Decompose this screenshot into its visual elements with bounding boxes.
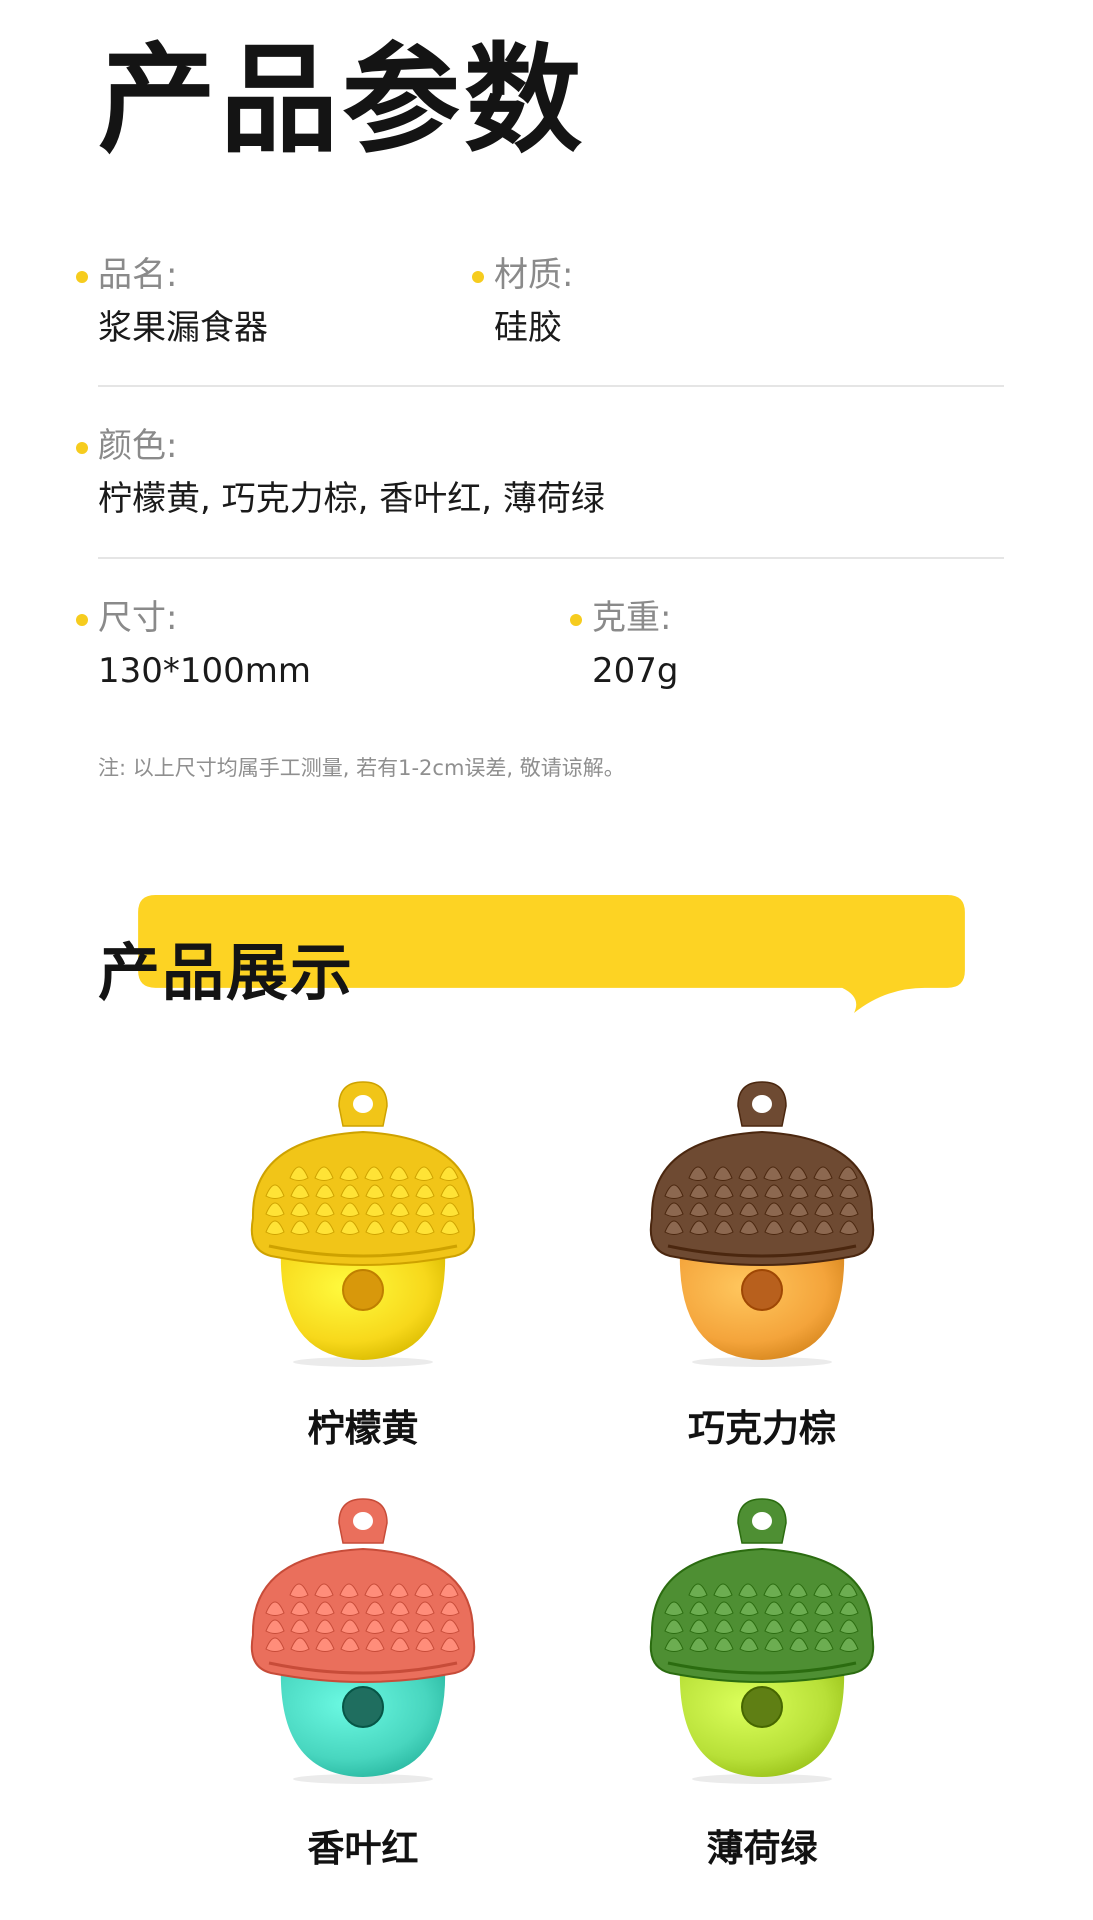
name-label: 品名: — [98, 255, 178, 295]
bullet-dot — [570, 614, 582, 626]
bullet-dot — [76, 442, 88, 454]
weight-value: 207g — [592, 651, 679, 691]
product-name: 柠檬黄 — [307, 1407, 419, 1450]
acorn-feeder-icon — [250, 1498, 476, 1784]
page-title: 产品参数 — [98, 31, 587, 169]
color-value: 柠檬黄, 巧克力棕, 香叶红, 薄荷绿 — [98, 479, 605, 519]
material-value: 硅胶 — [494, 308, 562, 348]
bullet-dot — [76, 614, 88, 626]
color-label: 颜色: — [98, 426, 178, 466]
weight-label: 克重: — [592, 598, 672, 638]
name-value: 浆果漏食器 — [98, 308, 268, 348]
measurement-note: 注: 以上尺寸均属手工测量, 若有1-2cm误差, 敬请谅解。 — [98, 756, 625, 780]
product-image-chocolate-brown — [642, 1078, 882, 1368]
bullet-dot — [76, 271, 88, 283]
divider — [98, 385, 1004, 387]
size-label: 尺寸: — [98, 598, 178, 638]
acorn-feeder-icon — [250, 1081, 476, 1367]
material-label: 材质: — [494, 255, 574, 295]
acorn-feeder-icon — [649, 1498, 875, 1784]
product-name: 薄荷绿 — [706, 1827, 818, 1870]
product-image-mint-green — [642, 1495, 882, 1785]
product-name: 巧克力棕 — [688, 1407, 836, 1450]
section-title: 产品展示 — [98, 936, 355, 1009]
product-image-lemon-yellow — [243, 1078, 483, 1368]
product-image-geranium-red — [243, 1495, 483, 1785]
acorn-feeder-icon — [649, 1081, 875, 1367]
bullet-dot — [472, 271, 484, 283]
size-value: 130*100mm — [98, 651, 312, 691]
product-name: 香叶红 — [307, 1827, 419, 1870]
divider — [98, 557, 1004, 559]
